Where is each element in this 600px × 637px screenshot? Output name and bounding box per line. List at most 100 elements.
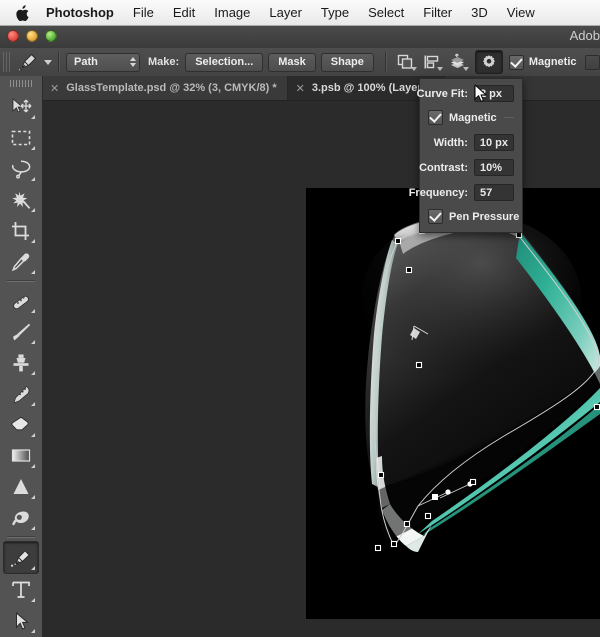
tool-gradient[interactable] <box>4 440 38 471</box>
tool-brush[interactable] <box>4 316 38 347</box>
chevron-down-icon <box>437 67 443 71</box>
magnetic-panel-checkbox[interactable]: Magnetic <box>428 110 514 125</box>
geometry-options-panel[interactable]: Curve Fit: 2 px Magnetic Width: 10 px Co… <box>419 78 523 233</box>
tool-flyout-indicator-icon <box>31 340 35 344</box>
checkbox-icon[interactable] <box>428 110 443 125</box>
macos-menu-bar: Photoshop File Edit Image Layer Type Sel… <box>0 0 600 26</box>
path-arrangement-icon[interactable] <box>445 51 471 73</box>
make-selection-button[interactable]: Selection... <box>185 53 263 72</box>
menu-item-3d[interactable]: 3D <box>471 5 488 20</box>
close-traffic-light-icon[interactable] <box>7 30 19 42</box>
pen-pressure-label: Pen Pressure <box>449 211 519 223</box>
menu-item-filter[interactable]: Filter <box>423 5 452 20</box>
contrast-input[interactable]: 10% <box>474 159 514 176</box>
photoshop-window: Adob Path Make: Selection... Mask Shape <box>0 26 600 637</box>
pen-tool-icon[interactable] <box>15 51 41 73</box>
minimize-traffic-light-icon[interactable] <box>26 30 38 42</box>
divider <box>385 52 387 72</box>
tool-blur[interactable] <box>4 471 38 502</box>
document-canvas[interactable] <box>306 188 600 619</box>
zoom-traffic-light-icon[interactable] <box>45 30 57 42</box>
tool-flyout-indicator-icon <box>31 309 35 313</box>
apple-logo-icon[interactable] <box>16 5 30 21</box>
path-alignment-icon[interactable] <box>419 51 445 73</box>
curve-fit-label: Curve Fit: <box>417 88 468 100</box>
tool-eyedropper[interactable] <box>4 246 38 277</box>
tool-mode-value: Path <box>74 56 98 68</box>
menu-item-layer[interactable]: Layer <box>269 5 302 20</box>
document-tab-label: 3.psb @ 100% (Layer 1, <box>312 82 434 94</box>
divider <box>504 117 514 118</box>
tool-flyout-indicator-icon <box>31 598 35 602</box>
menu-item-type[interactable]: Type <box>321 5 349 20</box>
magnetic-checkbox[interactable]: Magnetic <box>509 55 577 70</box>
tool-flyout-indicator-icon <box>31 239 35 243</box>
tool-type[interactable] <box>4 574 38 605</box>
checkbox-icon[interactable] <box>585 55 600 70</box>
frequency-row: Frequency: 57 <box>428 184 514 201</box>
tool-flyout-indicator-icon <box>31 177 35 181</box>
path-operations-icon[interactable] <box>393 51 419 73</box>
tool-flyout-indicator-icon <box>31 566 35 570</box>
tool-eraser[interactable] <box>4 409 38 440</box>
chevron-down-icon[interactable] <box>44 60 52 65</box>
tool-quick-selection[interactable] <box>4 184 38 215</box>
tool-healing-brush[interactable] <box>4 285 38 316</box>
tool-flyout-indicator-icon <box>31 146 35 150</box>
window-title: Adob <box>460 28 600 43</box>
tools-panel <box>0 76 43 637</box>
menu-item-edit[interactable]: Edit <box>173 5 195 20</box>
tool-divider <box>7 536 35 538</box>
tool-history-brush[interactable] <box>4 378 38 409</box>
menu-item-image[interactable]: Image <box>214 5 250 20</box>
tool-flyout-indicator-icon <box>31 464 35 468</box>
menu-item-photoshop[interactable]: Photoshop <box>46 5 114 20</box>
make-shape-button[interactable]: Shape <box>321 53 374 72</box>
menu-item-view[interactable]: View <box>507 5 535 20</box>
tool-pen[interactable] <box>3 541 39 574</box>
tool-rectangular-marquee[interactable] <box>4 122 38 153</box>
make-mask-button[interactable]: Mask <box>268 53 316 72</box>
checkbox-icon[interactable] <box>428 209 443 224</box>
drag-grip-icon[interactable] <box>3 52 12 72</box>
tool-flyout-indicator-icon <box>31 208 35 212</box>
tool-dodge[interactable] <box>4 502 38 533</box>
make-label: Make: <box>148 56 179 68</box>
curve-fit-row: Curve Fit: 2 px <box>428 85 514 102</box>
window-title-bar[interactable]: Adob <box>0 26 600 49</box>
tool-mode-select[interactable]: Path <box>66 53 140 72</box>
close-tab-icon[interactable]: ✕ <box>50 82 59 95</box>
tool-crop[interactable] <box>4 215 38 246</box>
divider <box>58 52 60 72</box>
magnetic-panel-label: Magnetic <box>449 112 497 124</box>
document-tab-label: GlassTemplate.psd @ 32% (3, CMYK/8) * <box>66 82 276 94</box>
pen-pressure-checkbox[interactable]: Pen Pressure <box>428 209 514 224</box>
align-edges-checkbox[interactable]: Align E <box>585 55 600 70</box>
geometry-options-gear-icon[interactable] <box>475 50 503 74</box>
width-label: Width: <box>434 137 468 149</box>
checkbox-icon[interactable] <box>509 55 524 70</box>
menu-item-select[interactable]: Select <box>368 5 404 20</box>
chevron-down-icon <box>411 67 417 71</box>
tool-flyout-indicator-icon <box>31 371 35 375</box>
tool-flyout-indicator-icon <box>31 270 35 274</box>
tool-divider <box>7 280 35 282</box>
tool-flyout-indicator-icon <box>31 526 35 530</box>
tool-flyout-indicator-icon <box>31 402 35 406</box>
width-row: Width: 10 px <box>428 134 514 151</box>
document-tab-glasstemplate[interactable]: ✕ GlassTemplate.psd @ 32% (3, CMYK/8) * <box>42 76 288 100</box>
contrast-label: Contrast: <box>419 162 468 174</box>
tool-move[interactable] <box>4 91 38 122</box>
menu-item-file[interactable]: File <box>133 5 154 20</box>
close-tab-icon[interactable]: ✕ <box>296 82 305 95</box>
tool-clone-stamp[interactable] <box>4 347 38 378</box>
curve-fit-input[interactable]: 2 px <box>474 85 514 102</box>
drag-grip-icon[interactable] <box>10 80 32 87</box>
tool-path-selection[interactable] <box>4 605 38 636</box>
width-input[interactable]: 10 px <box>474 134 514 151</box>
frequency-input[interactable]: 57 <box>474 184 514 201</box>
tool-flyout-indicator-icon <box>31 629 35 633</box>
contrast-row: Contrast: 10% <box>428 159 514 176</box>
stepper-arrows-icon <box>130 57 136 67</box>
tool-lasso[interactable] <box>4 153 38 184</box>
